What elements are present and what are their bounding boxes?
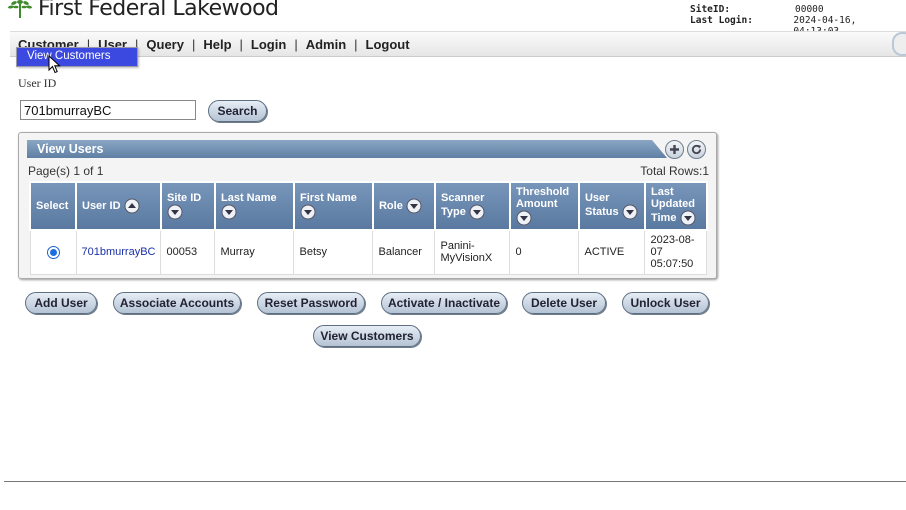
- col-user-id-label: User ID: [82, 199, 121, 212]
- col-user-id[interactable]: User ID: [75, 181, 162, 231]
- col-scanner-type[interactable]: Scanner Type: [433, 181, 511, 231]
- view-users-panel: View Users Page(s) 1 of 1 Total Rows:1 S…: [18, 132, 717, 279]
- menu-admin[interactable]: Admin: [298, 37, 354, 52]
- associate-accounts-button[interactable]: Associate Accounts: [113, 292, 241, 314]
- cell-role: Balancer: [372, 229, 436, 275]
- site-id-row: SiteID: 00000: [690, 4, 906, 15]
- cell-select: [29, 229, 77, 275]
- table-header-row: Select User ID Site ID Last Name First N…: [29, 181, 708, 231]
- delete-user-button[interactable]: Delete User: [522, 292, 606, 314]
- footer-divider: [4, 481, 906, 482]
- col-status-label-1: User: [584, 192, 610, 204]
- col-status-label-2: Status: [584, 205, 619, 218]
- mouse-pointer-icon: [48, 55, 61, 74]
- menu-query[interactable]: Query: [138, 37, 192, 52]
- panel-title: View Users: [37, 142, 104, 156]
- users-table: Select User ID Site ID Last Name First N…: [29, 181, 708, 275]
- col-scanner-label-1: Scanner: [440, 192, 485, 204]
- sort-icon[interactable]: [406, 198, 422, 214]
- activate-inactivate-button[interactable]: Activate / Inactivate: [381, 292, 507, 314]
- col-site-id[interactable]: Site ID: [159, 181, 216, 231]
- sort-icon[interactable]: [167, 204, 183, 220]
- user-id-link[interactable]: 701bmurrayBC: [82, 246, 156, 258]
- updated-line-3: 05:07:50: [650, 258, 694, 271]
- sort-icon[interactable]: [516, 210, 532, 226]
- table-row: 701bmurrayBC 00053 Murray Betsy Balancer…: [29, 229, 708, 275]
- updated-line-1: 2023-08-: [650, 234, 695, 247]
- col-select: Select: [29, 181, 77, 231]
- menu-bar-edge: [892, 32, 906, 56]
- sort-icon[interactable]: [469, 204, 485, 220]
- refresh-icon[interactable]: [687, 140, 706, 159]
- sort-icon[interactable]: [221, 204, 237, 220]
- dropdown-view-customers[interactable]: View Customers: [17, 48, 137, 62]
- col-select-label: Select: [36, 200, 69, 212]
- search-button[interactable]: Search: [208, 100, 267, 122]
- add-user-button[interactable]: Add User: [25, 292, 97, 314]
- col-last-updated[interactable]: Last Updated Time: [643, 181, 708, 231]
- col-first-name[interactable]: First Name: [292, 181, 374, 231]
- updated-line-2: 07: [650, 246, 663, 259]
- cell-status: ACTIVE: [578, 229, 646, 275]
- total-rows: Total Rows:1: [640, 164, 709, 178]
- cell-scanner-type: Panini- MyVisionX: [434, 229, 511, 275]
- page-count: Page(s) 1 of 1: [28, 164, 104, 178]
- main-menu-bar: Customer | User | Query | Help | Login |…: [10, 31, 906, 57]
- col-threshold-amount[interactable]: Threshold Amount: [508, 181, 580, 231]
- add-icon[interactable]: [665, 140, 684, 159]
- cell-last-name: Murray: [214, 229, 295, 275]
- col-site-id-label-1: Site: [166, 192, 188, 204]
- col-user-status[interactable]: User Status: [577, 181, 646, 231]
- scanner-line-2: MyVisionX: [440, 252, 493, 265]
- menu-logout[interactable]: Logout: [358, 37, 418, 52]
- reset-password-button[interactable]: Reset Password: [257, 292, 365, 314]
- col-role[interactable]: Role: [371, 181, 436, 231]
- sort-icon[interactable]: [124, 198, 140, 214]
- cell-last-updated: 2023-08- 07 05:07:50: [644, 229, 708, 275]
- customer-dropdown: View Customers: [16, 47, 138, 67]
- cell-user-id: 701bmurrayBC: [75, 229, 162, 275]
- scanner-line-1: Panini-: [440, 240, 475, 253]
- brand-logo: First Federal Lakewood: [6, 0, 279, 22]
- panel-title-bar: View Users: [27, 140, 667, 158]
- col-last-name-label: Last Name: [220, 192, 277, 204]
- col-updated-label-2: Updated: [650, 198, 695, 210]
- sort-icon[interactable]: [300, 204, 316, 220]
- sort-icon[interactable]: [680, 210, 696, 226]
- cell-site-id: 00053: [160, 229, 216, 275]
- col-role-label: Role: [378, 199, 403, 212]
- brand-name: First Federal Lakewood: [38, 0, 279, 21]
- col-updated-label-3: Time: [650, 211, 677, 224]
- menu-login[interactable]: Login: [243, 37, 294, 52]
- col-site-id-label-2: ID: [190, 192, 202, 204]
- cell-threshold: 0: [509, 229, 580, 275]
- view-customers-button[interactable]: View Customers: [313, 325, 421, 347]
- site-id-label: SiteID:: [690, 4, 731, 15]
- cell-first-name: Betsy: [293, 229, 374, 275]
- row-select-radio[interactable]: [46, 245, 60, 259]
- site-id-value: 00000: [795, 4, 824, 15]
- col-first-name-label: First Name: [299, 192, 357, 204]
- menu-help[interactable]: Help: [195, 37, 239, 52]
- col-threshold-label-2: Amount: [515, 198, 558, 210]
- col-threshold-label-1: Threshold: [515, 186, 570, 198]
- user-id-input[interactable]: [20, 100, 196, 120]
- col-updated-label-1: Last: [650, 186, 674, 198]
- user-id-label: User ID: [18, 76, 57, 90]
- tree-logo-icon: [8, 0, 32, 18]
- unlock-user-button[interactable]: Unlock User: [622, 292, 709, 314]
- col-last-name[interactable]: Last Name: [213, 181, 295, 231]
- col-scanner-label-2: Type: [440, 205, 466, 218]
- sort-icon[interactable]: [622, 204, 638, 220]
